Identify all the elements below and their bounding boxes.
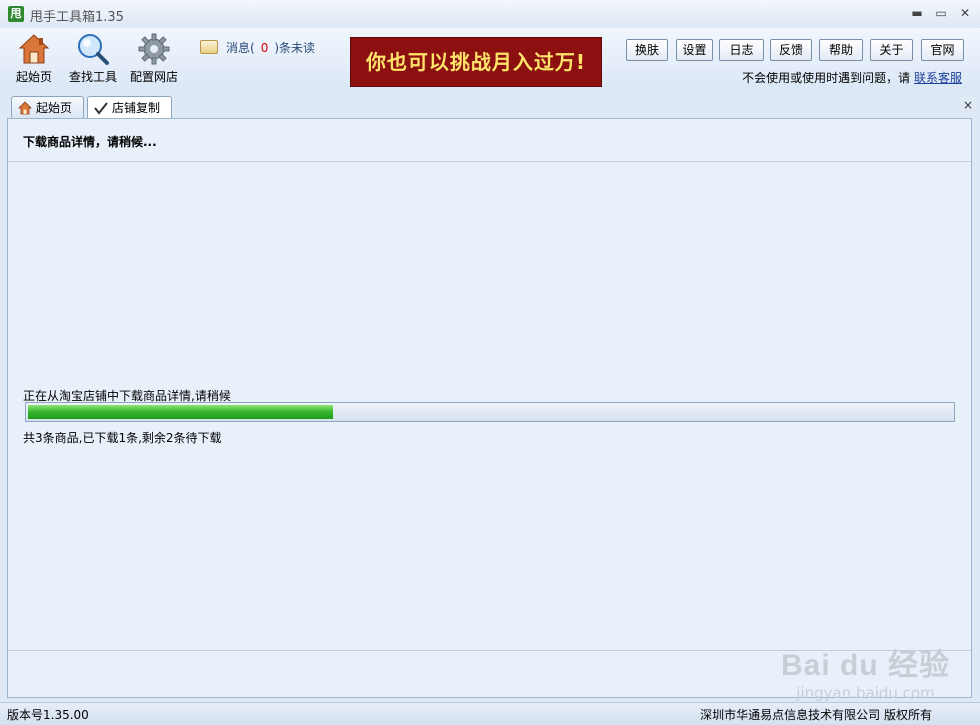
toolbar: 起始页 查找工具 配置网店 消息(0)条未读 你也可以挑战月入过万! 换肤 … — [0, 28, 980, 92]
find-tools-label: 查找工具 — [68, 70, 117, 84]
feedback-button[interactable]: 反馈 — [770, 39, 812, 61]
log-button[interactable]: 日志 — [719, 39, 764, 61]
home-button-label: 起始页 — [15, 70, 52, 84]
content-panel: 下载商品详情，请稍候... 正在从淘宝店铺中下载商品详情,请稍候 共3条商品,已… — [7, 118, 972, 698]
message-prefix: 消息( — [226, 41, 255, 55]
settings-button[interactable]: 设置 — [676, 39, 713, 61]
contact-support-link[interactable]: 联系客服 — [914, 71, 962, 85]
tab-shop-copy-label: 店铺复制 — [112, 101, 161, 115]
about-button[interactable]: 关于 — [870, 39, 913, 61]
copyright-text: 深圳市华通易点信息技术有限公司 版权所有 — [700, 708, 932, 722]
help-button[interactable]: 帮助 — [819, 39, 863, 61]
message-suffix: )条未读 — [274, 41, 316, 55]
panel-title: 下载商品详情，请稍候... — [23, 135, 157, 149]
tab-home-label: 起始页 — [36, 101, 73, 115]
version-text: 版本号1.35.00 — [7, 708, 89, 722]
config-shop-label: 配置网店 — [129, 70, 178, 84]
help-text: 不会使用或使用时遇到问题，请 联系客服 — [742, 69, 962, 86]
house-icon — [17, 32, 51, 66]
close-tab-button[interactable]: × — [963, 98, 973, 112]
checkmark-icon — [94, 100, 108, 115]
message-indicator[interactable]: 消息( 0 )条未读 — [200, 39, 315, 56]
download-count-text: 共3条商品,已下载1条,剩余2条待下载 — [23, 431, 222, 445]
website-button[interactable]: 官网 — [921, 39, 964, 61]
close-window-button[interactable]: ✕ — [954, 4, 976, 22]
maximize-button[interactable]: ▭ — [930, 4, 952, 22]
app-icon: 甩 — [8, 6, 24, 22]
window-title: 甩手工具箱1.35 — [30, 10, 124, 25]
gear-icon — [137, 32, 171, 66]
status-bar: 版本号1.35.00 深圳市华通易点信息技术有限公司 版权所有 — [0, 702, 980, 725]
ad-banner[interactable]: 你也可以挑战月入过万! — [350, 37, 602, 87]
envelope-icon — [200, 40, 218, 54]
download-progress-bar — [25, 402, 955, 422]
home-icon — [18, 100, 32, 115]
home-button[interactable]: 起始页 — [6, 32, 62, 85]
title-bar: 甩 甩手工具箱1.35 ▬ ▭ ✕ — [0, 0, 980, 29]
tab-home[interactable]: 起始页 — [11, 96, 84, 118]
find-tools-button[interactable]: 查找工具 — [65, 32, 121, 85]
help-prefix: 不会使用或使用时遇到问题，请 — [742, 71, 911, 85]
tab-strip: 起始页 店铺复制 — [0, 92, 980, 119]
minimize-button[interactable]: ▬ — [906, 4, 928, 22]
progress-fill — [28, 405, 333, 419]
panel-header: 下载商品详情，请稍候... — [8, 119, 971, 162]
config-shop-button[interactable]: 配置网店 — [126, 32, 182, 85]
panel-divider — [8, 650, 971, 651]
tab-shop-copy[interactable]: 店铺复制 — [87, 96, 172, 119]
message-count: 0 — [260, 41, 269, 55]
magnifier-icon — [76, 32, 110, 66]
skin-button[interactable]: 换肤 — [626, 39, 668, 61]
